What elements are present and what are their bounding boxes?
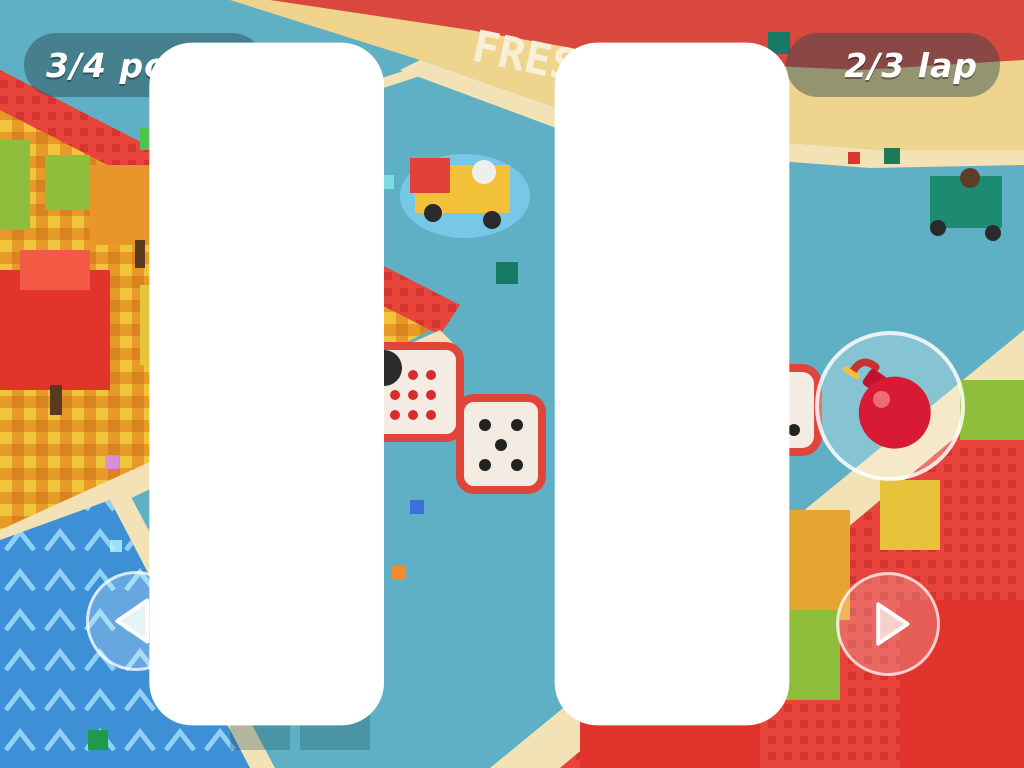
pause-icon	[149, 42, 790, 726]
pause-button[interactable]	[0, 0, 790, 726]
